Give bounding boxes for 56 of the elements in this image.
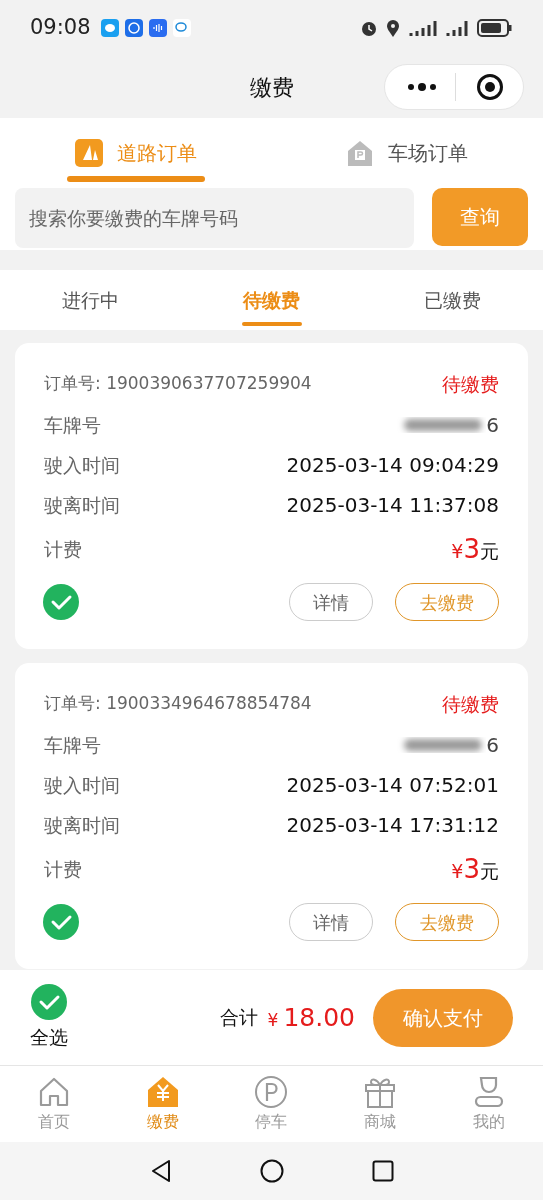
order-status: 待缴费 xyxy=(442,691,499,717)
search-button[interactable]: 查询 xyxy=(432,188,528,246)
location-icon xyxy=(385,18,401,38)
checkbox[interactable] xyxy=(42,583,80,621)
page-title: 缴费 xyxy=(249,73,294,102)
nav-tab[interactable]: 首页 xyxy=(0,1066,109,1142)
parking-lot-icon xyxy=(346,139,375,167)
field-label: 车牌号 xyxy=(44,732,101,758)
nav-tab[interactable]: 停车 xyxy=(217,1066,326,1142)
status-tab[interactable]: 待缴费 xyxy=(181,270,362,330)
fee-amount: ¥3元 xyxy=(451,532,499,566)
order-tab[interactable]: 车场订单 xyxy=(271,118,543,188)
status-time: 09:08 xyxy=(30,14,91,42)
home-circle-icon[interactable] xyxy=(259,1159,284,1183)
time-value: 2025-03-14 17:31:12 xyxy=(286,812,499,839)
recent-apps-icon[interactable] xyxy=(371,1160,394,1182)
field-label: 驶入时间 xyxy=(44,772,120,798)
message-app-icon xyxy=(100,19,119,37)
order-tab[interactable]: 道路订单 xyxy=(0,118,272,188)
order-number: 订单号: 1900390637707259904 xyxy=(44,372,312,396)
battery-icon xyxy=(477,18,513,38)
chat-app-icon xyxy=(172,19,191,37)
field-label: 驶离时间 xyxy=(44,492,120,518)
signal-icon xyxy=(407,18,439,38)
time-value: 2025-03-14 11:37:08 xyxy=(286,492,499,519)
status-tab[interactable]: 已缴费 xyxy=(362,270,543,330)
field-label: 计费 xyxy=(44,856,82,882)
parking-icon xyxy=(253,1074,290,1110)
fee-amount: ¥3元 xyxy=(451,852,499,886)
total-label: 合计 xyxy=(219,1005,258,1031)
close-mini-program-icon[interactable] xyxy=(476,73,504,101)
field-label: 车牌号 xyxy=(44,412,101,438)
back-icon[interactable] xyxy=(149,1159,172,1183)
confirm-pay-button[interactable]: 确认支付 xyxy=(373,988,513,1047)
select-all-label: 全选 xyxy=(30,1025,68,1051)
plate-number: 6 xyxy=(486,412,499,439)
nav-tab[interactable]: 商城 xyxy=(325,1066,435,1142)
signal-icon xyxy=(445,18,471,38)
nav-tab[interactable]: 我的 xyxy=(434,1066,543,1142)
voice-app-icon xyxy=(148,19,167,37)
checkbox[interactable] xyxy=(42,903,80,941)
search-field[interactable]: 搜索你要缴费的车牌号码 xyxy=(15,188,414,248)
time-value: 2025-03-14 09:04:29 xyxy=(286,452,499,479)
sail-icon xyxy=(74,139,103,167)
field-label: 驶入时间 xyxy=(44,452,120,478)
time-value: 2025-03-14 07:52:01 xyxy=(286,772,499,799)
field-label: 计费 xyxy=(44,536,82,562)
more-icon[interactable] xyxy=(407,82,437,92)
plate-number: 6 xyxy=(486,732,499,759)
total-amount: ¥ 18.00 xyxy=(267,1001,355,1034)
order-number: 订单号: 1900334964678854784 xyxy=(44,692,312,716)
nav-tab[interactable]: 缴费 xyxy=(108,1066,218,1142)
checkbox[interactable] xyxy=(30,983,68,1022)
field-label: 驶离时间 xyxy=(44,812,120,838)
status-tab[interactable]: 进行中 xyxy=(0,270,181,330)
order-status: 待缴费 xyxy=(442,371,499,397)
